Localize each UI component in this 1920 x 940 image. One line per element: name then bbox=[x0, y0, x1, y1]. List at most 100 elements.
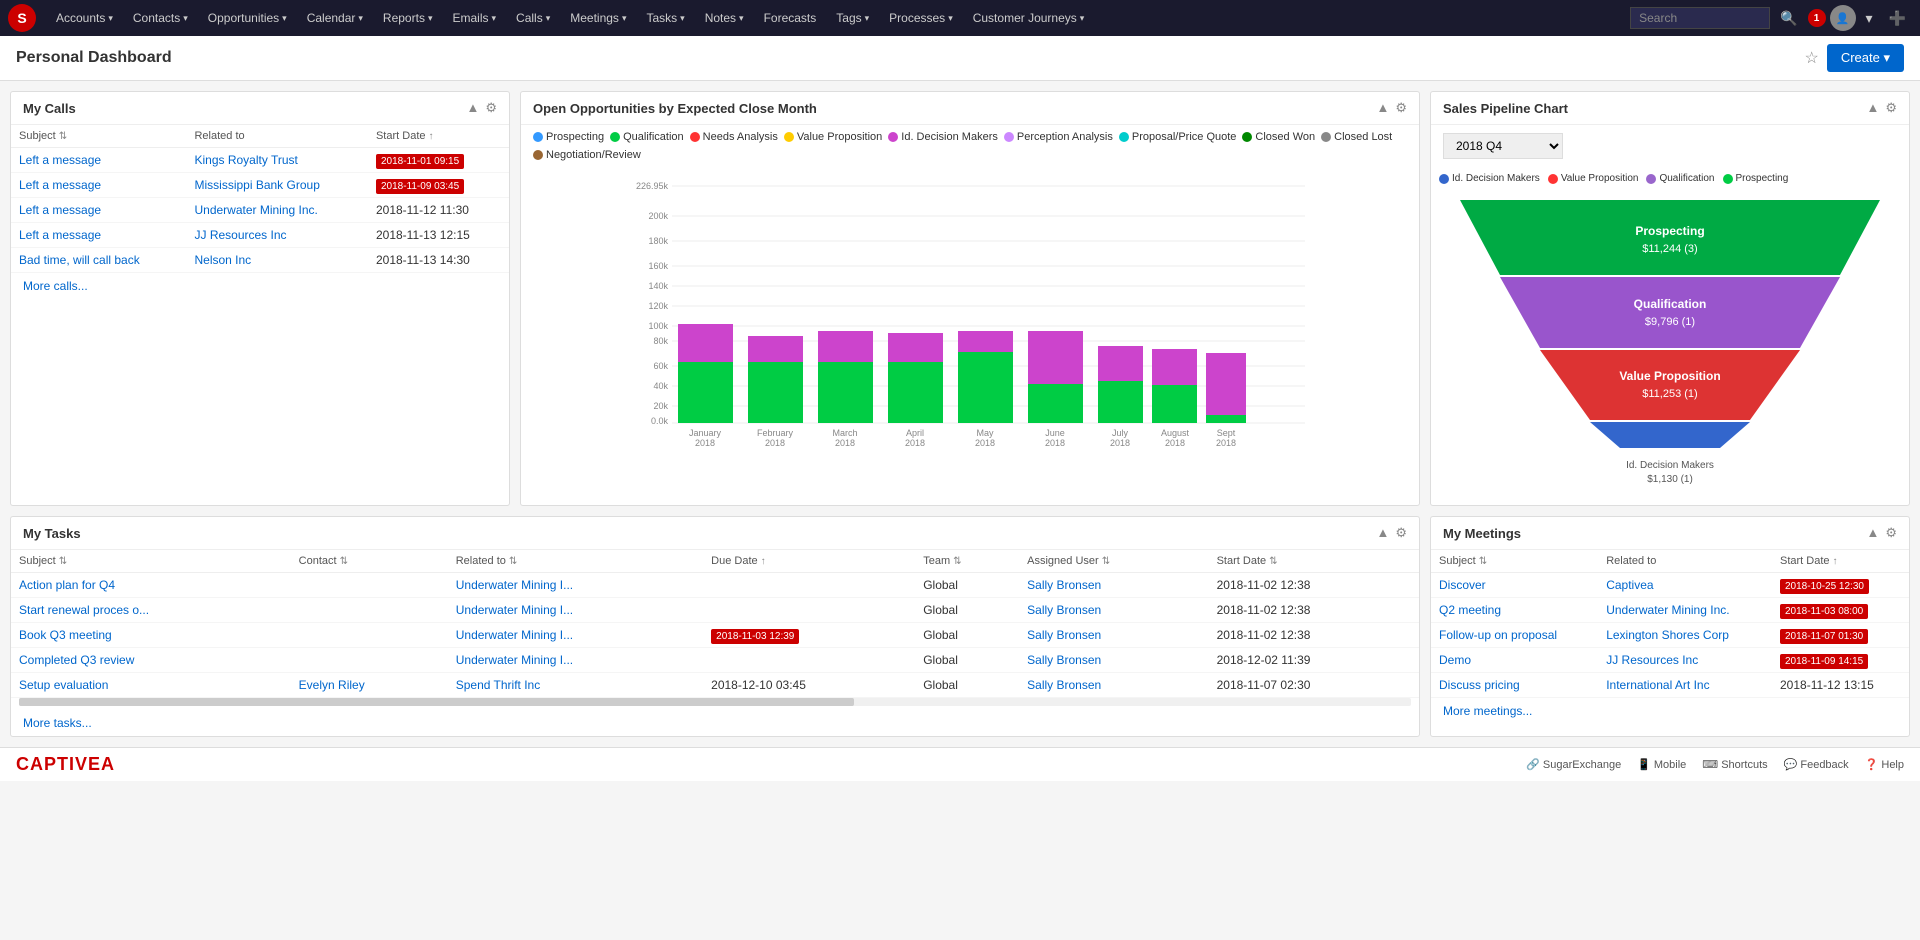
legend-proposal: Proposal/Price Quote bbox=[1119, 131, 1237, 143]
call-subject-link[interactable]: Left a message bbox=[19, 178, 101, 192]
call-subject-link[interactable]: Bad time, will call back bbox=[19, 253, 140, 267]
nav-calendar[interactable]: Calendar ▾ bbox=[299, 7, 371, 29]
meeting-subject-link[interactable]: Discover bbox=[1439, 578, 1486, 592]
nav-meetings[interactable]: Meetings ▾ bbox=[562, 7, 634, 29]
meeting-subject-link[interactable]: Discuss pricing bbox=[1439, 678, 1520, 692]
meeting-related-link[interactable]: JJ Resources Inc bbox=[1606, 653, 1698, 667]
horizontal-scrollbar[interactable] bbox=[19, 698, 1411, 706]
footer-help[interactable]: ❓ Help bbox=[1865, 758, 1904, 771]
meeting-related-link[interactable]: Lexington Shores Corp bbox=[1606, 628, 1729, 642]
user-menu-arrow[interactable]: ▾ bbox=[1860, 8, 1879, 29]
notification-badge[interactable]: 1 bbox=[1808, 9, 1826, 27]
task-user-link[interactable]: Sally Bronsen bbox=[1027, 578, 1101, 592]
chart-collapse[interactable]: ▲ bbox=[1376, 100, 1389, 116]
pipeline-collapse[interactable]: ▲ bbox=[1866, 100, 1879, 116]
nav-tags[interactable]: Tags ▾ bbox=[828, 7, 877, 29]
nav-notes[interactable]: Notes ▾ bbox=[697, 7, 752, 29]
task-user-link[interactable]: Sally Bronsen bbox=[1027, 678, 1101, 692]
task-subject-link[interactable]: Setup evaluation bbox=[19, 678, 108, 692]
meeting-subject-link[interactable]: Demo bbox=[1439, 653, 1471, 667]
meetings-col-subject[interactable]: Subject ⇅ bbox=[1431, 550, 1598, 573]
footer-feedback[interactable]: 💬 Feedback bbox=[1784, 758, 1849, 771]
meeting-date: 2018-11-12 13:15 bbox=[1772, 673, 1909, 698]
calls-col-related[interactable]: Related to bbox=[186, 125, 367, 148]
user-avatar[interactable]: 👤 bbox=[1830, 5, 1856, 31]
call-related-link[interactable]: Nelson Inc bbox=[194, 253, 251, 267]
quarter-selector[interactable]: 2018 Q4 2018 Q3 2018 Q2 2018 Q1 bbox=[1443, 133, 1563, 159]
call-related-link[interactable]: Underwater Mining Inc. bbox=[194, 203, 317, 217]
logo-button[interactable]: S bbox=[8, 4, 36, 32]
tasks-col-contact[interactable]: Contact ⇅ bbox=[291, 550, 448, 573]
task-related-link[interactable]: Underwater Mining I... bbox=[456, 603, 573, 617]
task-related-link[interactable]: Spend Thrift Inc bbox=[456, 678, 541, 692]
search-input[interactable] bbox=[1630, 7, 1770, 29]
more-tasks-link[interactable]: More tasks... bbox=[11, 710, 1419, 736]
calls-col-subject[interactable]: Subject ⇅ bbox=[11, 125, 186, 148]
meetings-collapse[interactable]: ▲ bbox=[1866, 525, 1879, 541]
my-calls-settings[interactable]: ⚙ bbox=[485, 100, 497, 116]
task-related-link[interactable]: Underwater Mining I... bbox=[456, 578, 573, 592]
nav-customer-journeys[interactable]: Customer Journeys ▾ bbox=[965, 7, 1093, 29]
tasks-col-due[interactable]: Due Date ↑ bbox=[703, 550, 915, 573]
nav-tasks[interactable]: Tasks ▾ bbox=[638, 7, 692, 29]
meetings-col-date[interactable]: Start Date ↑ bbox=[1772, 550, 1909, 573]
nav-forecasts[interactable]: Forecasts bbox=[756, 7, 825, 29]
more-meetings-link[interactable]: More meetings... bbox=[1431, 698, 1909, 724]
task-subject-link[interactable]: Book Q3 meeting bbox=[19, 628, 112, 642]
task-contact-link[interactable]: Evelyn Riley bbox=[299, 678, 365, 692]
add-icon[interactable]: ➕ bbox=[1883, 8, 1912, 29]
meeting-subject-link[interactable]: Q2 meeting bbox=[1439, 603, 1501, 617]
task-related-link[interactable]: Underwater Mining I... bbox=[456, 628, 573, 642]
task-user-link[interactable]: Sally Bronsen bbox=[1027, 628, 1101, 642]
footer-link-label: Mobile bbox=[1654, 759, 1686, 771]
call-related-link[interactable]: Kings Royalty Trust bbox=[194, 153, 297, 167]
nav-processes[interactable]: Processes ▾ bbox=[881, 7, 961, 29]
search-icon[interactable]: 🔍 bbox=[1774, 8, 1803, 29]
call-subject-link[interactable]: Left a message bbox=[19, 228, 101, 242]
meeting-related-link[interactable]: Captivea bbox=[1606, 578, 1653, 592]
task-related-link[interactable]: Underwater Mining I... bbox=[456, 653, 573, 667]
calls-col-date[interactable]: Start Date ↑ bbox=[368, 125, 509, 148]
task-user-link[interactable]: Sally Bronsen bbox=[1027, 603, 1101, 617]
meeting-related-link[interactable]: Underwater Mining Inc. bbox=[1606, 603, 1729, 617]
meeting-related-link[interactable]: International Art Inc bbox=[1606, 678, 1709, 692]
nav-emails[interactable]: Emails ▾ bbox=[444, 7, 504, 29]
meetings-settings[interactable]: ⚙ bbox=[1885, 525, 1897, 541]
tasks-col-team[interactable]: Team ⇅ bbox=[915, 550, 1019, 573]
footer-sugarexchange[interactable]: 🔗 SugarExchange bbox=[1526, 758, 1621, 771]
tasks-col-related[interactable]: Related to ⇅ bbox=[448, 550, 703, 573]
meeting-subject-link[interactable]: Follow-up on proposal bbox=[1439, 628, 1557, 642]
meeting-date-badge: 2018-11-09 14:15 bbox=[1780, 654, 1868, 669]
tasks-col-user[interactable]: Assigned User ⇅ bbox=[1019, 550, 1208, 573]
task-subject-link[interactable]: Start renewal proces o... bbox=[19, 603, 149, 617]
footer-mobile[interactable]: 📱 Mobile bbox=[1637, 758, 1686, 771]
pipeline-settings[interactable]: ⚙ bbox=[1885, 100, 1897, 116]
legend-label: Closed Lost bbox=[1334, 131, 1392, 143]
task-subject-link[interactable]: Action plan for Q4 bbox=[19, 578, 115, 592]
task-subject-link[interactable]: Completed Q3 review bbox=[19, 653, 134, 667]
chart-settings[interactable]: ⚙ bbox=[1395, 100, 1407, 116]
tasks-collapse[interactable]: ▲ bbox=[1376, 525, 1389, 541]
footer-shortcuts[interactable]: ⌨ Shortcuts bbox=[1702, 758, 1767, 771]
meetings-col-related[interactable]: Related to bbox=[1598, 550, 1772, 573]
task-user-link[interactable]: Sally Bronsen bbox=[1027, 653, 1101, 667]
tasks-col-subject[interactable]: Subject ⇅ bbox=[11, 550, 291, 573]
nav-accounts[interactable]: Accounts ▾ bbox=[48, 7, 121, 29]
svg-text:$11,244 (3): $11,244 (3) bbox=[1642, 243, 1697, 255]
task-due bbox=[703, 573, 915, 598]
call-related-link[interactable]: Mississippi Bank Group bbox=[194, 178, 319, 192]
create-button[interactable]: Create ▾ bbox=[1827, 44, 1904, 72]
tasks-settings[interactable]: ⚙ bbox=[1395, 525, 1407, 541]
footer: CAPTIVEA 🔗 SugarExchange 📱 Mobile ⌨ Shor… bbox=[0, 747, 1920, 781]
call-subject-link[interactable]: Left a message bbox=[19, 153, 101, 167]
my-calls-collapse[interactable]: ▲ bbox=[466, 100, 479, 116]
nav-reports[interactable]: Reports ▾ bbox=[375, 7, 441, 29]
call-subject-link[interactable]: Left a message bbox=[19, 203, 101, 217]
favorite-star[interactable]: ☆ bbox=[1805, 48, 1819, 68]
nav-calls[interactable]: Calls ▾ bbox=[508, 7, 558, 29]
call-related-link[interactable]: JJ Resources Inc bbox=[194, 228, 286, 242]
more-calls-link[interactable]: More calls... bbox=[11, 273, 509, 299]
nav-contacts[interactable]: Contacts ▾ bbox=[125, 7, 196, 29]
nav-opportunities[interactable]: Opportunities ▾ bbox=[200, 7, 295, 29]
tasks-col-start[interactable]: Start Date ⇅ bbox=[1209, 550, 1419, 573]
